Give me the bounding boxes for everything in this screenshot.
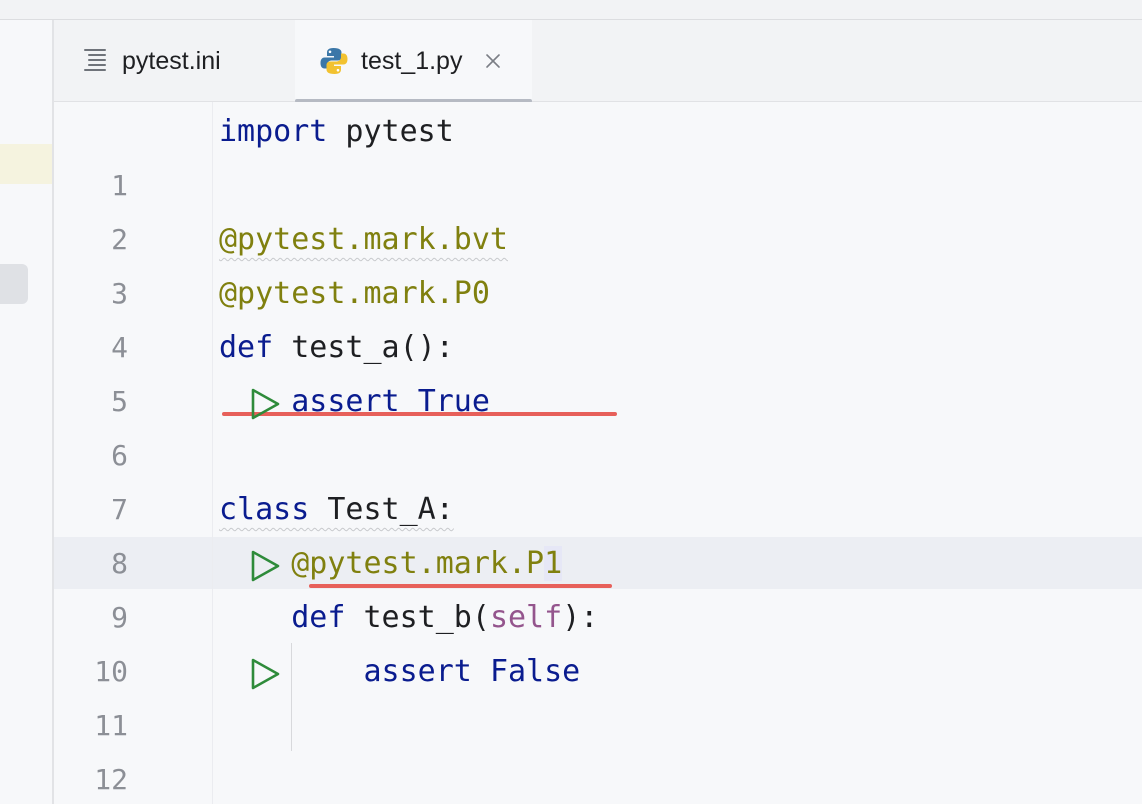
code-line[interactable]: 6 assert True (54, 375, 1142, 472)
keyword-class: class (219, 492, 310, 527)
project-panel-collapsed (0, 20, 52, 804)
code-text: def test_a(): (219, 321, 454, 375)
code-text: @pytest.mark.bvt (219, 213, 508, 267)
class-declaration: Test_A: (309, 492, 454, 527)
constant-false: False (489, 654, 581, 689)
code-text: def test_b(self): (219, 591, 598, 645)
decorator-bvt: @pytest.mark.bvt (219, 222, 508, 257)
module-name: pytest (327, 114, 454, 149)
tab-label: test_1.py (361, 46, 463, 75)
run-test-icon[interactable] (140, 601, 280, 690)
project-panel-selection-highlight (0, 144, 52, 184)
decorator-p1: @pytest.mark.P (291, 546, 545, 581)
decorator-p0: @pytest.mark.P0 (219, 276, 490, 311)
tab-pytest-ini[interactable]: pytest.ini (54, 20, 294, 102)
code-line[interactable]: 2 (54, 159, 1142, 256)
keyword-def: def (291, 600, 346, 635)
function-signature: test_a(): (273, 330, 454, 365)
code-line[interactable]: 8 class Test_A: (54, 483, 1142, 582)
keyword-def: def (219, 330, 274, 365)
code-text: class Test_A: (219, 483, 454, 537)
window-top-strip (0, 0, 1142, 20)
function-signature: test_b( (345, 600, 490, 635)
editor-tab-bar: pytest.ini test_1.py (54, 20, 1142, 103)
code-line[interactable]: 1 import pytest (54, 105, 1142, 202)
error-underline (309, 584, 612, 588)
keyword-assert: assert (291, 384, 400, 419)
project-panel-hover-item[interactable] (0, 264, 28, 304)
code-text: assert True (219, 375, 490, 429)
code-text: @pytest.mark.P0 (219, 267, 490, 321)
run-test-icon[interactable] (140, 493, 280, 582)
code-line[interactable]: 12 (54, 699, 1142, 796)
code-line[interactable]: 11 assert False (54, 645, 1142, 742)
code-text: @pytest.mark.P1 (219, 537, 563, 591)
code-line-current[interactable]: 9 @pytest.mark.P1 (54, 537, 1142, 634)
code-line[interactable]: 4 @pytest.mark.P0 (54, 267, 1142, 364)
code-text: assert False (219, 645, 581, 699)
code-line[interactable]: 7 (54, 429, 1142, 526)
close-icon[interactable] (484, 52, 502, 70)
function-signature-end: ): (562, 600, 599, 635)
code-text: import pytest (219, 105, 454, 159)
run-test-icon[interactable] (140, 331, 280, 420)
parameter-self: self (489, 600, 563, 635)
code-line[interactable]: 5 def test_a(): (54, 321, 1142, 420)
keyword-assert: assert (363, 654, 472, 689)
tab-test-1-py[interactable]: test_1.py (295, 20, 532, 103)
line-number: 12 (94, 763, 128, 796)
decorator-p1-suffix: 1 (544, 546, 563, 581)
tab-label: pytest.ini (122, 46, 221, 75)
code-editor[interactable]: 1 import pytest 2 3 @pytest.mark.bvt 4 @… (54, 102, 1142, 804)
constant-true: True (417, 384, 490, 419)
code-line[interactable]: 3 @pytest.mark.bvt (54, 213, 1142, 310)
python-file-icon (319, 46, 349, 76)
keyword-import: import (219, 114, 328, 149)
text-file-icon (80, 46, 110, 76)
code-line[interactable]: 10 def test_b(self): (54, 591, 1142, 690)
